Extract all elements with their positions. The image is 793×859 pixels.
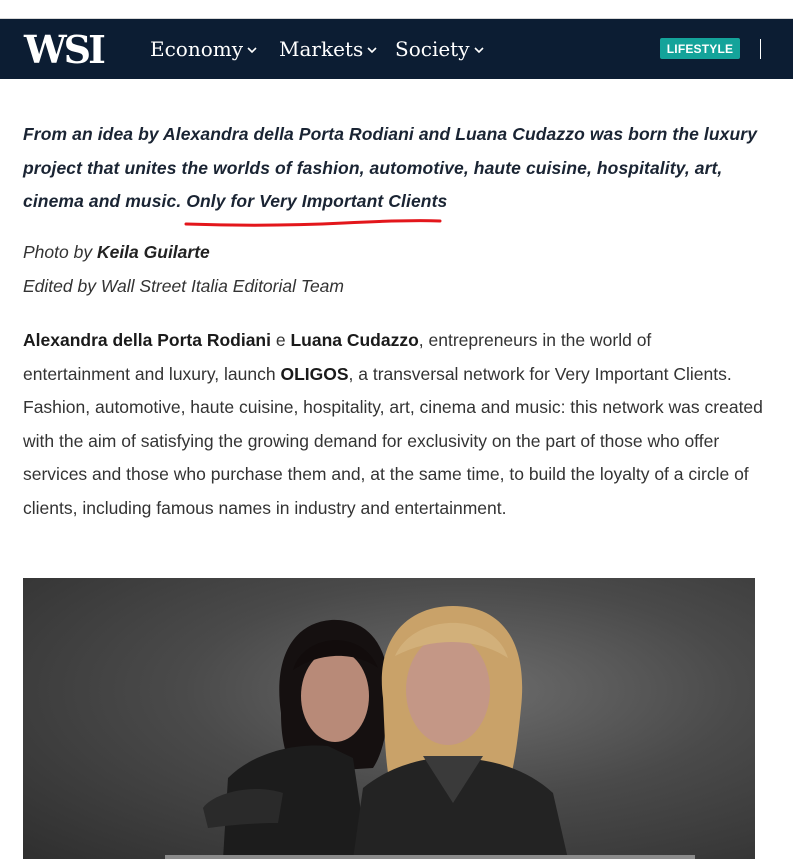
chevron-down-icon xyxy=(473,46,484,56)
lead-highlight: Only for Very Important Clients xyxy=(186,191,448,211)
body-brand: OLIGOS xyxy=(280,363,349,384)
nav-markets[interactable]: Markets xyxy=(279,19,377,79)
chevron-down-icon xyxy=(247,46,257,56)
nav-economy-label: Economy xyxy=(150,37,244,61)
article-body: Alexandra della Porta Rodiani e Luana Cu… xyxy=(23,324,763,526)
nav-divider xyxy=(760,39,761,59)
body-part2: , a transversal network for Very Importa… xyxy=(23,363,763,518)
nav-society-label: Society xyxy=(395,37,470,61)
photo-credit: Photo by Keila Guilarte xyxy=(23,242,210,263)
article-photo xyxy=(23,578,755,859)
editorial-credit: Edited by Wall Street Italia Editorial T… xyxy=(23,276,344,296)
nav-economy[interactable]: Economy xyxy=(150,19,257,79)
red-underline-annotation xyxy=(184,219,442,227)
browser-top-strip xyxy=(0,0,793,19)
photo-credit-prefix: Photo by xyxy=(23,242,97,262)
site-navbar: WSI Economy Markets Society LIFESTYLE xyxy=(0,19,793,79)
body-name1: Alexandra della Porta Rodiani xyxy=(23,330,271,350)
wsi-logo[interactable]: WSI xyxy=(24,27,106,72)
category-badge[interactable]: LIFESTYLE xyxy=(660,38,740,59)
photo-illustration xyxy=(203,606,568,859)
body-name2: Luana Cudazzo xyxy=(290,330,419,350)
horizontal-scrollbar[interactable] xyxy=(165,855,695,859)
nav-society[interactable]: Society xyxy=(395,19,484,79)
body-conj: e xyxy=(270,330,291,350)
chevron-down-icon xyxy=(367,46,377,56)
article-lead: From an idea by Alexandra della Porta Ro… xyxy=(23,118,763,219)
photographer-name: Keila Guilarte xyxy=(96,242,210,262)
nav-markets-label: Markets xyxy=(279,37,364,61)
